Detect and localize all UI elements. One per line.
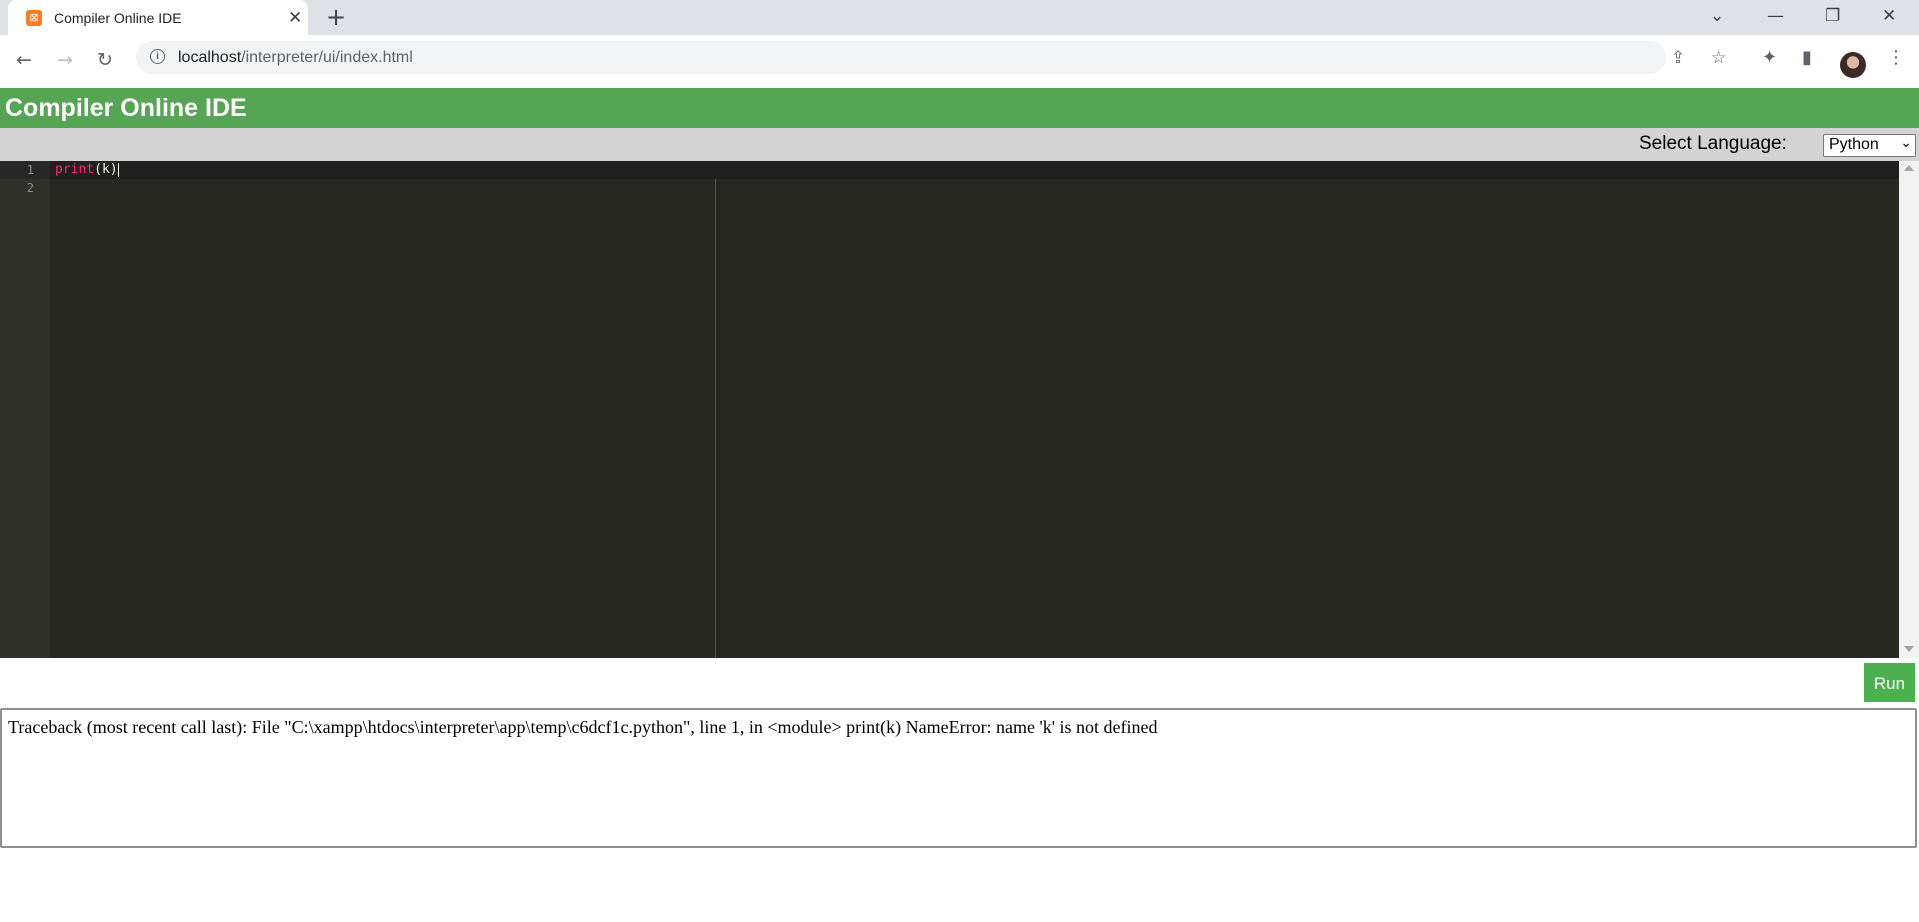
browser-menu-icon[interactable]: ⋮ [1887,47,1905,68]
tab-title: Compiler Online IDE [54,10,182,26]
tab-search-button[interactable]: ⌄ [1710,6,1724,26]
language-select[interactable]: Python ⌄ [1823,134,1916,157]
extensions-icon[interactable]: ✦ [1762,47,1777,68]
profile-avatar[interactable] [1840,52,1866,78]
browser-tab-strip: ⊠ Compiler Online IDE ✕ + ⌄ — ❐ ✕ [0,0,1919,35]
line-number: 1 [26,163,34,177]
code-line[interactable]: print(k) [55,162,119,177]
print-margin [715,179,716,658]
back-icon[interactable]: ← [16,49,32,71]
language-bar: Select Language: Python ⌄ [0,128,1919,161]
side-panel-icon[interactable]: ▮ [1802,47,1812,68]
editor-scrollbar[interactable] [1899,161,1919,658]
close-window-button[interactable]: ✕ [1882,6,1896,26]
chevron-down-icon: ⌄ [1900,135,1912,151]
reload-icon[interactable]: ↻ [97,49,113,71]
language-select-value: Python [1829,136,1879,153]
url-text[interactable]: localhost/interpreter/ui/index.html [178,49,413,67]
editor-gutter [0,161,50,658]
tab-close-icon[interactable]: ✕ [288,8,302,28]
forward-icon[interactable]: → [57,49,73,71]
browser-tab[interactable]: ⊠ Compiler Online IDE ✕ [8,0,308,35]
code-editor[interactable]: 1 2 print(k) [0,161,1899,658]
bookmark-star-icon[interactable]: ☆ [1711,48,1726,68]
app-header: Compiler Online IDE [0,88,1919,128]
line-number: 2 [26,181,34,195]
output-panel[interactable]: Traceback (most recent call last): File … [0,708,1917,848]
output-text: Traceback (most recent call last): File … [8,717,1158,737]
page-title: Compiler Online IDE [5,94,247,122]
code-text: (k) [94,162,118,177]
minimize-button[interactable]: — [1767,6,1784,26]
active-line-highlight [0,161,1899,179]
text-cursor [117,162,119,177]
share-icon[interactable]: ⇪ [1671,48,1685,68]
code-keyword: print [55,162,95,177]
restore-button[interactable]: ❐ [1825,6,1840,26]
scroll-up-arrow-icon[interactable] [1904,165,1914,171]
run-button[interactable]: Run [1864,663,1915,702]
language-label: Select Language: [1639,133,1787,154]
scroll-down-arrow-icon[interactable] [1904,646,1914,652]
new-tab-button[interactable]: + [326,3,346,31]
xampp-favicon-icon: ⊠ [26,10,42,26]
browser-toolbar: ← → ↻ i localhost/interpreter/ui/index.h… [0,35,1919,88]
site-info-icon[interactable]: i [150,49,165,64]
address-bar[interactable]: i localhost/interpreter/ui/index.html ⇪ … [136,41,1726,74]
